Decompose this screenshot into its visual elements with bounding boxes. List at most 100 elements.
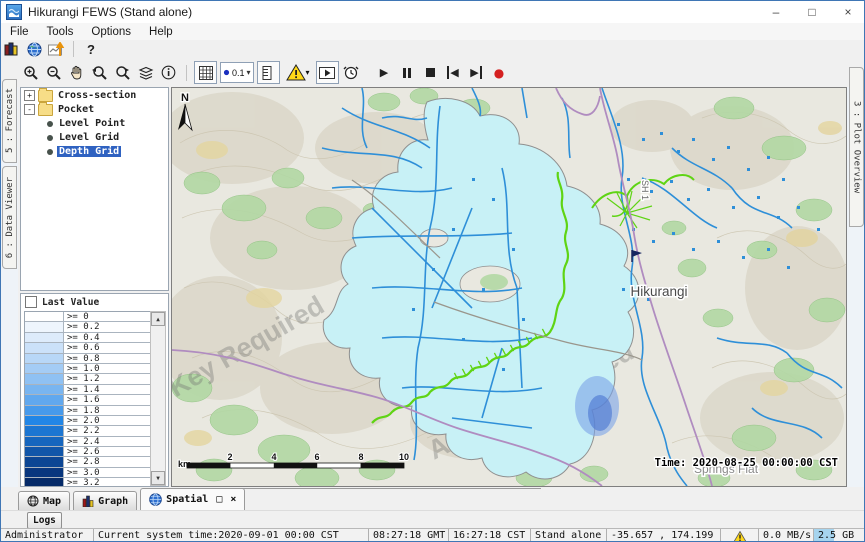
road-label: SH 1 xyxy=(640,180,650,200)
map-view[interactable]: API Key Required API Key Required xyxy=(171,87,847,487)
menu-options[interactable]: Options xyxy=(82,26,140,38)
longitudinal-profile-icon[interactable] xyxy=(257,61,280,84)
expand-icon[interactable]: + xyxy=(24,90,35,101)
last-value-checkbox[interactable] xyxy=(25,296,37,308)
map-toolbar: 0.1 ▾ ▾ ▶ ◀ ▶ ● xyxy=(1,58,865,88)
map-time-label: Time: 2020-08-25 00:00:00 CST xyxy=(655,457,838,469)
title-bar: Hikurangi FEWS (Stand alone) – □ × xyxy=(1,1,865,24)
chevron-down-icon: ▾ xyxy=(306,68,310,77)
svg-text:8: 8 xyxy=(358,452,363,462)
toolbar-separator xyxy=(186,65,187,81)
bar-chart-icon xyxy=(82,495,94,507)
svg-text:4: 4 xyxy=(271,452,276,462)
pan-icon[interactable] xyxy=(66,62,87,83)
close-button[interactable]: × xyxy=(830,1,865,23)
color-swatch xyxy=(25,364,64,373)
north-label: N xyxy=(181,92,189,104)
status-mode: Stand alone xyxy=(531,529,607,542)
tree-node-level-point[interactable]: Level Point xyxy=(21,117,168,130)
animation-icon[interactable] xyxy=(316,61,339,84)
color-swatch xyxy=(25,354,64,363)
pause-button[interactable] xyxy=(397,62,418,83)
contour-interval-combo[interactable]: 0.1 ▾ xyxy=(220,62,254,83)
tab-close-icon[interactable]: × xyxy=(230,494,236,505)
legend-row: >= 1.0 xyxy=(25,364,150,374)
minimize-button[interactable]: – xyxy=(758,1,794,23)
legend-scrollbar[interactable]: ▲ ▼ xyxy=(150,311,166,486)
tab-map[interactable]: Map xyxy=(18,491,70,510)
svg-text:10: 10 xyxy=(399,452,409,462)
legend-row: >= 1.6 xyxy=(25,395,150,405)
tree-node-level-grid[interactable]: Level Grid xyxy=(21,131,168,144)
warning-threshold-icon[interactable]: ▾ xyxy=(282,62,314,83)
menu-help[interactable]: Help xyxy=(140,26,182,38)
status-network-rate: 0.0 MB/s xyxy=(759,529,814,542)
legend-row: >= 2.0 xyxy=(25,416,150,426)
stop-button[interactable] xyxy=(420,62,441,83)
map-canvas: API Key Required API Key Required xyxy=(172,88,846,486)
toolbar-separator xyxy=(73,41,74,57)
logs-button[interactable]: Logs xyxy=(27,512,62,529)
folder-icon xyxy=(38,90,53,102)
town-label: Hikurangi xyxy=(630,284,687,299)
tab-maximize-icon[interactable]: □ xyxy=(216,494,222,505)
menu-file[interactable]: File xyxy=(1,26,38,38)
color-swatch xyxy=(25,426,64,435)
scroll-up-icon[interactable]: ▲ xyxy=(151,312,165,326)
status-memory: 2.5 GB xyxy=(814,529,865,542)
help-icon[interactable]: ? xyxy=(81,40,101,58)
node-bullet-icon xyxy=(47,135,53,141)
map-display-icon[interactable] xyxy=(24,40,44,58)
tab-baseline xyxy=(186,488,541,489)
zoom-previous-icon[interactable] xyxy=(89,62,110,83)
node-bullet-icon xyxy=(47,121,53,127)
menu-tools[interactable]: Tools xyxy=(38,26,83,38)
play-button[interactable]: ▶ xyxy=(374,62,395,83)
interval-value: 0.1 xyxy=(232,68,245,78)
status-bar: Administrator Current system time:2020-0… xyxy=(1,528,865,542)
color-swatch xyxy=(25,478,64,487)
folder-icon xyxy=(38,104,53,116)
database-icon[interactable] xyxy=(2,40,22,58)
info-icon[interactable] xyxy=(158,62,179,83)
legend-row: >= 2.2 xyxy=(25,426,150,436)
legend-row: >= 2.4 xyxy=(25,437,150,447)
tree-node-depth-grid[interactable]: Depth Grid xyxy=(21,145,168,158)
legend-row: >= 1.8 xyxy=(25,406,150,416)
color-swatch xyxy=(25,374,64,383)
skip-to-end-button[interactable]: ▶ xyxy=(466,62,487,83)
scroll-down-icon[interactable]: ▼ xyxy=(151,471,165,485)
tree-node-pocket[interactable]: - Pocket xyxy=(21,103,168,116)
status-warning-icon[interactable] xyxy=(721,529,759,542)
app-logo-icon xyxy=(6,4,22,20)
timer-icon[interactable] xyxy=(341,62,362,83)
tab-graph[interactable]: Graph xyxy=(73,491,137,510)
skip-to-start-button[interactable]: ◀ xyxy=(443,62,464,83)
bottom-tab-bar: Map Graph Spatial □ × xyxy=(1,487,865,510)
zoom-in-icon[interactable] xyxy=(20,62,41,83)
grid-display-icon[interactable] xyxy=(194,61,217,84)
layers-icon[interactable] xyxy=(135,62,156,83)
zoom-next-icon[interactable] xyxy=(112,62,133,83)
color-swatch xyxy=(25,333,64,342)
selected-node-label: Depth Grid xyxy=(57,146,121,157)
legend-row: >= 2.6 xyxy=(25,447,150,457)
tab-plot-overview[interactable]: 3 : Plot Overview xyxy=(849,67,864,227)
color-swatch xyxy=(25,343,64,352)
tree-node-cross-section[interactable]: + Cross-section xyxy=(21,89,168,102)
zoom-out-icon[interactable] xyxy=(43,62,64,83)
tab-data-viewer[interactable]: 6 : Data Viewer xyxy=(2,166,17,269)
maximize-button[interactable]: □ xyxy=(794,1,830,23)
legend-row: >= 0.4 xyxy=(25,333,150,343)
data-viewer-panel: + Cross-section - Pocket Level Point Lev… xyxy=(18,87,171,487)
tab-spatial[interactable]: Spatial □ × xyxy=(140,488,245,510)
record-button[interactable]: ● xyxy=(489,62,510,83)
right-tab-strip: 3 : Plot Overview xyxy=(847,87,865,487)
collapse-icon[interactable]: - xyxy=(24,104,35,115)
timeseries-display-icon[interactable] xyxy=(46,40,66,58)
pause-icon xyxy=(403,68,411,78)
color-swatch xyxy=(25,447,64,456)
tab-forecast[interactable]: 5 : Forecast xyxy=(2,79,17,163)
color-swatch xyxy=(25,312,64,321)
legend-row: >= 1.2 xyxy=(25,374,150,384)
